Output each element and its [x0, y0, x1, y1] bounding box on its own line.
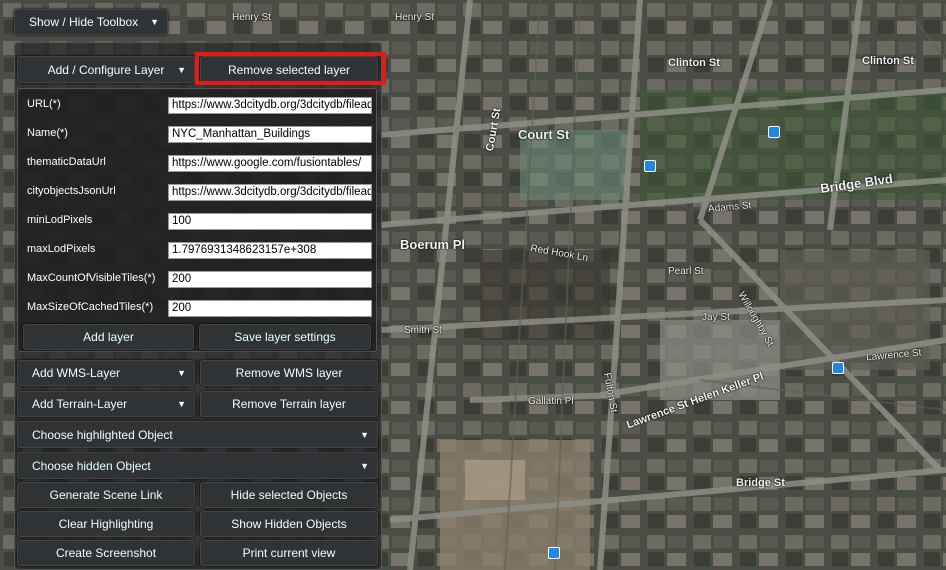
street-label-clinton: Clinton St: [668, 57, 720, 69]
name-input[interactable]: NYC_Manhattan_Buildings: [168, 126, 372, 143]
generate-scene-link-label: Generate Scene Link: [49, 488, 163, 502]
street-label-gallatin: Gallatin Pl: [528, 396, 574, 407]
url-input[interactable]: https://www.3dcitydb.org/3dcitydb/filead…: [168, 97, 372, 114]
field-label-thematic-data-url: thematicDataUrl: [27, 156, 106, 168]
add-terrain-layer-label: Add Terrain-Layer: [32, 397, 128, 411]
poi-marker-icon[interactable]: [768, 126, 780, 138]
street-label-jay: Jay St: [702, 312, 730, 323]
save-layer-settings-button[interactable]: Save layer settings: [199, 324, 371, 350]
choose-hidden-object-label: Choose hidden Object: [32, 458, 151, 473]
red-highlight-annotation: [195, 52, 386, 85]
thematic-data-url-input[interactable]: https://www.google.com/fusiontables/: [168, 155, 372, 172]
generate-scene-link-button[interactable]: Generate Scene Link: [17, 482, 195, 508]
chevron-down-icon: ▼: [177, 368, 186, 378]
street-label-pearl: Pearl St: [668, 266, 704, 277]
add-wms-layer-dropdown[interactable]: Add WMS-Layer ▼: [17, 360, 195, 386]
remove-wms-layer-label: Remove WMS layer: [235, 366, 343, 380]
street-label-smith: Smith St: [404, 325, 442, 336]
chevron-down-icon: ▼: [150, 17, 159, 27]
show-hidden-objects-label: Show Hidden Objects: [231, 517, 347, 531]
show-hide-toolbox-button[interactable]: Show / Hide Toolbox ▼: [14, 9, 168, 35]
field-label-max-count-visible-tiles: MaxCountOfVisibleTiles(*): [27, 272, 156, 284]
poi-marker-icon[interactable]: [832, 362, 844, 374]
street-label-boerum: Boerum Pl: [400, 237, 466, 252]
field-label-max-lod-pixels: maxLodPixels: [27, 243, 96, 255]
street-label-court: Court St: [518, 127, 570, 142]
chevron-down-icon: ▼: [360, 429, 369, 440]
add-configure-layer-dropdown[interactable]: Add / Configure Layer ▼: [17, 56, 195, 83]
hide-selected-objects-button[interactable]: Hide selected Objects: [200, 482, 378, 508]
show-hidden-objects-button[interactable]: Show Hidden Objects: [200, 511, 378, 537]
clear-highlighting-button[interactable]: Clear Highlighting: [17, 511, 195, 537]
print-current-view-label: Print current view: [242, 546, 336, 560]
poi-marker-icon[interactable]: [548, 547, 560, 559]
hide-selected-objects-label: Hide selected Objects: [230, 488, 348, 502]
cityobjects-json-url-input[interactable]: https://www.3dcitydb.org/3dcitydb/filead…: [168, 184, 372, 201]
street-label-bridge-st: Bridge St: [736, 477, 785, 489]
remove-wms-layer-button[interactable]: Remove WMS layer: [200, 360, 378, 386]
add-layer-label: Add layer: [83, 330, 134, 344]
street-label-henry-2: Henry St: [395, 12, 434, 23]
choose-hidden-object-select[interactable]: Choose hidden Object ▼: [17, 452, 378, 479]
add-wms-layer-label: Add WMS-Layer: [32, 366, 121, 380]
max-count-visible-tiles-input[interactable]: 200: [168, 271, 372, 288]
remove-terrain-layer-button[interactable]: Remove Terrain layer: [200, 391, 378, 417]
save-layer-settings-label: Save layer settings: [234, 330, 336, 344]
field-label-min-lod-pixels: minLodPixels: [27, 214, 93, 226]
create-screenshot-label: Create Screenshot: [55, 546, 157, 560]
create-screenshot-button[interactable]: Create Screenshot: [17, 540, 195, 566]
choose-highlighted-object-label: Choose highlighted Object: [32, 427, 173, 442]
max-lod-pixels-input[interactable]: 1.7976931348623157e+308: [168, 242, 372, 259]
remove-terrain-layer-label: Remove Terrain layer: [232, 397, 346, 411]
print-current-view-button[interactable]: Print current view: [200, 540, 378, 566]
clear-highlighting-label: Clear Highlighting: [58, 517, 154, 531]
street-label-henry: Henry St: [232, 12, 271, 23]
add-terrain-layer-dropdown[interactable]: Add Terrain-Layer ▼: [17, 391, 195, 417]
max-size-cached-tiles-input[interactable]: 200: [168, 300, 372, 317]
street-label-clinton-2: Clinton St: [862, 55, 914, 67]
choose-highlighted-object-select[interactable]: Choose highlighted Object ▼: [17, 421, 378, 448]
field-label-cityobjects-json-url: cityobjectsJsonUrl: [27, 185, 116, 197]
chevron-down-icon: ▼: [177, 64, 186, 75]
field-label-max-size-cached-tiles: MaxSizeOfCachedTiles(*): [27, 301, 154, 313]
field-label-url: URL(*): [27, 98, 61, 110]
add-configure-layer-label: Add / Configure Layer: [47, 62, 165, 77]
chevron-down-icon: ▼: [177, 399, 186, 409]
add-layer-button[interactable]: Add layer: [23, 324, 194, 350]
min-lod-pixels-input[interactable]: 100: [168, 213, 372, 230]
chevron-down-icon: ▼: [360, 460, 369, 471]
field-label-name: Name(*): [27, 127, 68, 139]
poi-marker-icon[interactable]: [644, 160, 656, 172]
show-hide-toolbox-label: Show / Hide Toolbox: [29, 15, 139, 29]
